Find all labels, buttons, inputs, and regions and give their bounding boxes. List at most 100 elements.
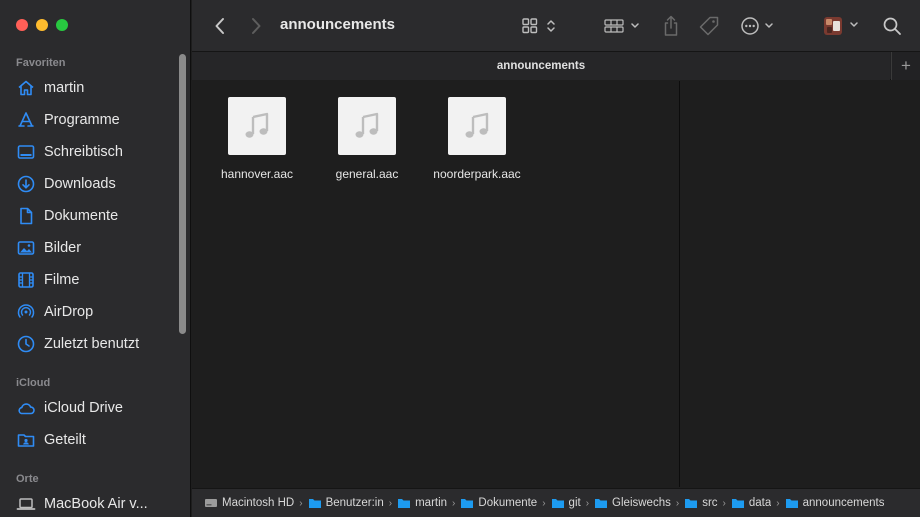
sidebar-item-icloud-drive[interactable]: iCloud Drive <box>16 396 176 420</box>
downloads-icon <box>17 175 35 193</box>
audio-file-thumbnail <box>228 97 286 155</box>
chevron-right-icon: › <box>722 497 726 509</box>
view-mode-button[interactable] <box>522 13 558 39</box>
search-button[interactable] <box>880 13 904 39</box>
share-icon <box>664 15 678 36</box>
zoom-window-button[interactable] <box>56 19 68 31</box>
window-title: announcements <box>280 16 396 33</box>
app-extension-icon <box>824 17 842 35</box>
sidebar-item-label: martin <box>44 80 85 96</box>
folder-icon <box>731 499 744 508</box>
sidebar-item-label: Downloads <box>44 176 116 192</box>
sidebar-item-desktop[interactable]: Schreibtisch <box>16 140 176 164</box>
shared-folder-icon <box>17 434 35 447</box>
toolbar: announcements <box>192 0 920 52</box>
chevron-down-icon <box>850 22 858 27</box>
sidebar-item-shared[interactable]: Geteilt <box>16 428 176 452</box>
search-icon <box>883 17 901 35</box>
ellipsis-circle-icon <box>741 17 759 35</box>
airdrop-icon <box>17 304 35 318</box>
sidebar-item-pictures[interactable]: Bilder <box>16 236 176 260</box>
grid-view-icon <box>522 18 538 34</box>
preview-column <box>680 81 920 487</box>
forward-button[interactable] <box>246 13 266 39</box>
path-item-users[interactable]: Benutzer:in <box>308 497 384 509</box>
sidebar-section-favorites: Favoriten <box>16 57 66 69</box>
sidebar-item-label: Schreibtisch <box>44 144 123 160</box>
sidebar-item-label: Geteilt <box>44 432 86 448</box>
path-item-announcements[interactable]: announcements <box>785 497 884 509</box>
folder-icon <box>398 499 411 508</box>
back-button[interactable] <box>210 13 230 39</box>
chevron-right-icon: › <box>675 497 680 509</box>
group-grid-icon <box>604 19 624 33</box>
path-item-martin[interactable]: martin <box>397 497 447 509</box>
folder-icon <box>785 499 798 508</box>
tag-button[interactable] <box>697 13 721 39</box>
new-tab-button[interactable]: + <box>891 52 920 80</box>
tag-icon <box>699 16 719 36</box>
tab-announcements[interactable]: announcements <box>192 52 890 80</box>
sidebar-item-label: iCloud Drive <box>44 400 123 416</box>
chevron-right-icon: › <box>299 497 303 509</box>
path-item-macintosh-hd[interactable]: Macintosh HD <box>204 497 294 509</box>
path-item-src[interactable]: src <box>684 497 718 509</box>
file-item[interactable]: noorderpark.aac <box>422 97 532 181</box>
more-actions-button[interactable] <box>740 13 778 39</box>
music-note-icon <box>245 112 269 138</box>
extension-menu-button[interactable] <box>822 13 862 39</box>
sidebar-item-label: Dokumente <box>44 208 119 224</box>
file-name: noorderpark.aac <box>433 167 521 181</box>
file-name: general.aac <box>335 167 399 181</box>
chevron-right-icon: › <box>542 497 546 509</box>
file-item[interactable]: hannover.aac <box>202 97 312 181</box>
minimize-window-button[interactable] <box>36 19 48 31</box>
chevron-right-icon: › <box>452 497 456 509</box>
sidebar-item-documents[interactable]: Dokumente <box>16 204 176 228</box>
music-note-icon <box>355 112 379 138</box>
file-name: hannover.aac <box>220 167 294 181</box>
sidebar-scrollbar[interactable] <box>179 54 186 334</box>
document-icon <box>20 207 33 225</box>
path-bar: Macintosh HD › Benutzer:in › martin › Do… <box>192 488 920 517</box>
path-item-documents[interactable]: Dokumente <box>460 497 537 509</box>
close-window-button[interactable] <box>16 19 28 31</box>
sidebar-item-home[interactable]: martin <box>16 76 176 100</box>
tab-bar: announcements + <box>192 52 920 80</box>
finder-window: Favoriten martin Programme Schreibtisch … <box>0 0 920 517</box>
pictures-icon <box>17 241 35 255</box>
share-button[interactable] <box>660 13 682 39</box>
sidebar-section-icloud: iCloud <box>16 377 51 389</box>
sidebar-item-recents[interactable]: Zuletzt benutzt <box>16 332 176 356</box>
home-icon <box>18 80 34 96</box>
audio-file-thumbnail <box>448 97 506 155</box>
sidebar-item-applications[interactable]: Programme <box>16 108 176 132</box>
sidebar-item-label: Zuletzt benutzt <box>44 336 140 352</box>
sidebar-item-macbook[interactable]: MacBook Air v... <box>16 492 176 516</box>
sidebar-item-movies[interactable]: Filme <box>16 268 176 292</box>
path-item-git[interactable]: git <box>551 497 581 509</box>
sidebar-item-label: Programme <box>44 112 120 128</box>
chevron-down-icon <box>765 23 773 28</box>
folder-icon <box>461 499 474 508</box>
file-item[interactable]: general.aac <box>312 97 422 181</box>
group-by-button[interactable] <box>604 13 642 39</box>
chevron-right-icon: › <box>776 497 780 509</box>
sidebar: Favoriten martin Programme Schreibtisch … <box>0 0 191 517</box>
sidebar-item-label: Filme <box>44 272 80 288</box>
path-item-data[interactable]: data <box>731 497 771 509</box>
sidebar-section-locations: Orte <box>16 473 39 485</box>
path-item-gleiswechs[interactable]: Gleiswechs <box>594 497 671 509</box>
laptop-icon <box>16 498 36 510</box>
recents-icon <box>17 335 35 353</box>
chevron-left-icon <box>215 18 224 34</box>
chevron-right-icon <box>252 18 261 34</box>
folder-icon <box>308 499 321 508</box>
chevron-up-down-icon <box>547 20 555 32</box>
sidebar-item-airdrop[interactable]: AirDrop <box>16 300 176 324</box>
sidebar-item-label: Bilder <box>44 240 82 256</box>
chevron-right-icon: › <box>585 497 590 509</box>
sidebar-item-downloads[interactable]: Downloads <box>16 172 176 196</box>
sidebar-item-label: AirDrop <box>44 304 94 320</box>
audio-file-thumbnail <box>338 97 396 155</box>
